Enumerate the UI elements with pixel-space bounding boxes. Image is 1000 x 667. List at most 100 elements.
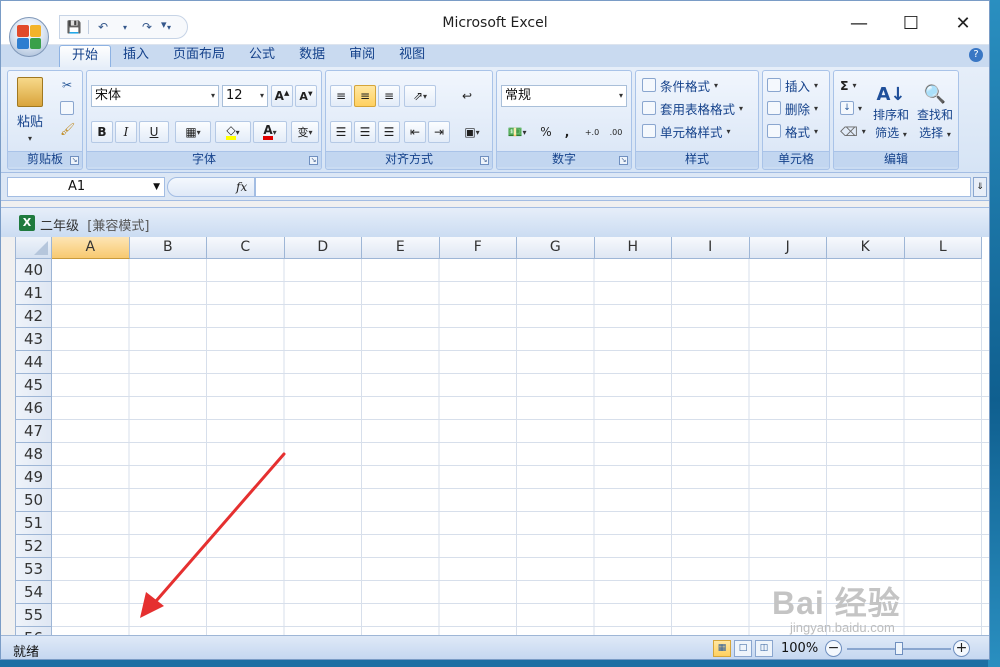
fill-button[interactable]: ↓ ▾ [840,98,862,118]
office-button[interactable] [9,17,49,57]
minimize-button[interactable]: — [833,1,885,45]
column-header-e[interactable]: E [362,237,440,259]
align-center-button[interactable]: ☰ [354,121,376,143]
name-box[interactable]: A1 ▼ [7,177,165,197]
row-header-47[interactable]: 47 [16,420,52,443]
percent-button[interactable]: % [535,121,557,143]
accounting-format-button[interactable]: 💵 ▾ [501,121,533,143]
row-header-56[interactable]: 56 [16,627,52,635]
row-header-50[interactable]: 50 [16,489,52,512]
merge-center-button[interactable]: ▣ ▾ [456,121,488,143]
column-header-i[interactable]: I [672,237,750,259]
tab-view[interactable]: 视图 [387,45,437,67]
font-color-button[interactable]: A ▾ [253,121,287,143]
format-as-table-button[interactable]: 套用表格格式 ▾ [642,98,743,118]
formula-input[interactable] [255,177,971,197]
dialog-launcher-icon[interactable]: ↘ [619,156,628,165]
font-color-icon: A [263,124,273,140]
row-header-53[interactable]: 53 [16,558,52,581]
maximize-button[interactable]: ☐ [885,1,937,45]
comma-button[interactable]: , [559,121,575,143]
help-icon[interactable]: ? [969,48,983,62]
row-header-44[interactable]: 44 [16,351,52,374]
zoom-out-button[interactable]: − [825,640,842,657]
align-top-button[interactable]: ≡ [330,85,352,107]
column-header-b[interactable]: B [129,237,207,259]
orientation-button[interactable]: ⇗ ▾ [404,85,436,107]
dialog-launcher-icon[interactable]: ↘ [309,156,318,165]
column-header-j[interactable]: J [749,237,827,259]
row-header-40[interactable]: 40 [16,259,52,282]
row-header-45[interactable]: 45 [16,374,52,397]
normal-view-button[interactable]: ▦ [713,640,731,657]
row-header-49[interactable]: 49 [16,466,52,489]
italic-button[interactable]: I [115,121,137,143]
decrease-indent-button[interactable]: ⇤ [404,121,426,143]
font-size-select[interactable]: 12 ▾ [222,85,268,107]
column-header-k[interactable]: K [827,237,905,259]
align-bottom-button[interactable]: ≡ [378,85,400,107]
tab-review[interactable]: 审阅 [337,45,387,67]
format-painter-icon[interactable]: 🖌 [60,123,75,137]
cut-icon[interactable]: ✂ [60,79,74,93]
clear-button[interactable]: ⌫ ▾ [840,121,866,141]
font-name-select[interactable]: 宋体 ▾ [91,85,219,107]
format-cells-button[interactable]: 格式 ▾ [767,121,818,141]
conditional-formatting-button[interactable]: 条件格式 ▾ [642,75,718,95]
dialog-launcher-icon[interactable]: ↘ [70,156,79,165]
insert-function-icon[interactable]: fx [236,180,247,194]
wrap-text-button[interactable]: ↩ [456,85,478,107]
row-header-43[interactable]: 43 [16,328,52,351]
increase-decimal-button[interactable]: +.0 [581,121,603,143]
number-format-select[interactable]: 常规 ▾ [501,85,627,107]
align-left-button[interactable]: ☰ [330,121,352,143]
zoom-slider-thumb[interactable] [895,642,903,655]
find-select-button[interactable]: 🔍 查找和 选择 ▾ [914,75,956,149]
delete-cells-button[interactable]: 删除 ▾ [767,98,818,118]
paste-button[interactable]: 粘贴 ▾ [12,77,48,143]
row-header-42[interactable]: 42 [16,305,52,328]
close-button[interactable]: ✕ [937,1,989,45]
shrink-font-button[interactable]: A▼ [295,85,317,107]
tab-data[interactable]: 数据 [287,45,337,67]
underline-button[interactable]: U [139,121,169,143]
decrease-decimal-button[interactable]: .00 [605,121,627,143]
autosum-button[interactable]: Σ ▾ [840,75,857,95]
row-header-55[interactable]: 55 [16,604,52,627]
column-header-c[interactable]: C [207,237,285,259]
zoom-in-button[interactable]: + [953,640,970,657]
expand-formula-bar-icon[interactable]: ⇓ [973,177,987,197]
page-layout-view-button[interactable]: □ [734,640,752,657]
align-middle-button[interactable]: ≡ [354,85,376,107]
tab-page-layout[interactable]: 页面布局 [161,45,237,67]
column-header-l[interactable]: L [904,237,982,259]
row-header-54[interactable]: 54 [16,581,52,604]
align-right-button[interactable]: ☰ [378,121,400,143]
column-header-h[interactable]: H [594,237,672,259]
dialog-launcher-icon[interactable]: ↘ [480,156,489,165]
row-header-48[interactable]: 48 [16,443,52,466]
tab-insert[interactable]: 插入 [111,45,161,67]
column-header-a[interactable]: A [52,237,130,259]
fill-color-button[interactable]: ◇ ▾ [215,121,251,143]
row-header-52[interactable]: 52 [16,535,52,558]
grow-font-button[interactable]: A▲ [271,85,293,107]
row-header-41[interactable]: 41 [16,282,52,305]
borders-button[interactable]: ▦ ▾ [175,121,211,143]
increase-indent-button[interactable]: ⇥ [428,121,450,143]
copy-icon[interactable] [60,101,74,115]
insert-cells-button[interactable]: 插入 ▾ [767,75,818,95]
column-header-g[interactable]: G [517,237,595,259]
column-header-d[interactable]: D [284,237,362,259]
page-break-view-button[interactable]: ◫ [755,640,773,657]
phonetic-button[interactable]: 变 ▾ [291,121,319,143]
row-header-46[interactable]: 46 [16,397,52,420]
column-header-f[interactable]: F [439,237,517,259]
tab-home[interactable]: 开始 [59,45,112,67]
row-header-51[interactable]: 51 [16,512,52,535]
tab-formulas[interactable]: 公式 [237,45,287,67]
sort-filter-button[interactable]: A↓ 排序和 筛选 ▾ [870,75,912,149]
cell-styles-button[interactable]: 单元格样式 ▾ [642,121,731,141]
select-all-button[interactable] [16,237,52,259]
bold-button[interactable]: B [91,121,113,143]
